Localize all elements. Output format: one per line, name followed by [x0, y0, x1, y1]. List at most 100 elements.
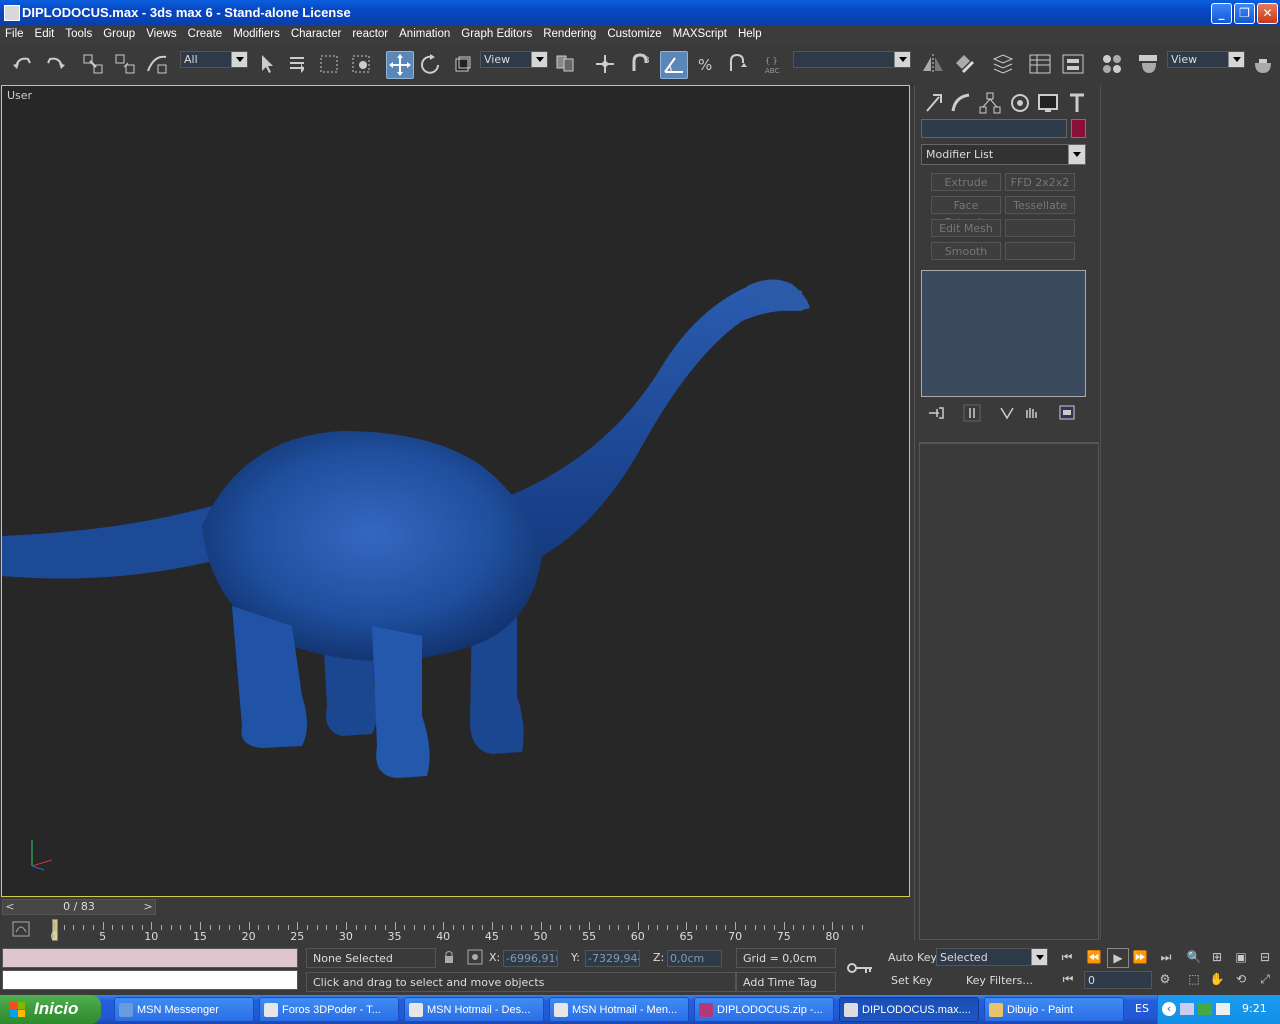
mini-curve-editor-icon[interactable] [12, 920, 30, 938]
undo-icon[interactable] [10, 51, 36, 77]
time-slider-track[interactable]: < 0 / 83 > [2, 899, 156, 915]
mirror-icon[interactable] [920, 51, 946, 77]
menu-rendering[interactable]: Rendering [538, 26, 602, 40]
current-frame-field[interactable]: 0 [1084, 971, 1152, 989]
previous-frame-icon[interactable]: ⏪ [1084, 948, 1104, 966]
time-configuration-icon[interactable]: ⚙ [1155, 970, 1175, 988]
zoom-extents-all-icon[interactable]: ⊟ [1255, 948, 1275, 966]
select-and-manipulate-icon[interactable] [592, 51, 618, 77]
menu-create[interactable]: Create [183, 26, 229, 40]
key-mode-toggle-icon[interactable]: ⏮ [1058, 970, 1078, 988]
menu-animation[interactable]: Animation [394, 26, 456, 40]
zoom-extents-icon[interactable]: ▣ [1231, 948, 1251, 966]
time-slider[interactable]: < 0 / 83 > [0, 898, 912, 915]
empty-modifier-button[interactable] [1005, 219, 1075, 237]
angle-snap-toggle-icon[interactable] [660, 51, 688, 79]
select-and-link-icon[interactable] [80, 51, 106, 77]
configure-modifier-sets-icon[interactable] [1058, 404, 1076, 422]
next-frame-icon[interactable]: ⏩ [1130, 948, 1150, 966]
make-unique-icon[interactable] [998, 404, 1016, 422]
diplodocus-model[interactable] [2, 86, 909, 896]
unlink-selection-icon[interactable] [112, 51, 138, 77]
z-field[interactable]: 0,0cm [667, 950, 722, 967]
task-diplodocus-max[interactable]: DIPLODOCUS.max.... [839, 997, 979, 1022]
zoom-icon[interactable]: 🔍 [1184, 948, 1204, 966]
set-key-button[interactable]: Set Key [891, 974, 933, 987]
remove-modifier-icon[interactable] [1022, 404, 1040, 422]
start-button[interactable]: Inicio [0, 995, 101, 1024]
minimize-button[interactable]: _ [1211, 3, 1232, 24]
menu-group[interactable]: Group [98, 26, 141, 40]
play-icon[interactable]: ▶ [1107, 948, 1129, 968]
named-selection-dropdown[interactable] [793, 51, 911, 68]
select-by-name-icon[interactable] [285, 51, 311, 77]
menu-views[interactable]: Views [141, 26, 182, 40]
auto-key-button[interactable]: Auto Key [888, 951, 937, 964]
menu-customize[interactable]: Customize [602, 26, 667, 40]
extrude-button[interactable]: Extrude [931, 173, 1001, 191]
language-indicator[interactable]: ES [1135, 1002, 1149, 1015]
show-hidden-icons-icon[interactable]: ‹ [1162, 1002, 1176, 1016]
material-editor-icon[interactable] [1099, 51, 1125, 77]
security-icon[interactable] [1198, 1003, 1212, 1015]
menu-maxscript[interactable]: MAXScript [668, 26, 733, 40]
face-extrude-button[interactable]: Face Extrude [931, 196, 1001, 229]
hierarchy-tab-icon[interactable] [978, 91, 1002, 115]
clock[interactable]: 9:21 [1242, 1002, 1267, 1015]
curve-editor-icon[interactable] [1027, 51, 1053, 77]
arc-rotate-icon[interactable]: ⟲ [1231, 970, 1251, 988]
reference-coordinate-dropdown[interactable]: View [480, 51, 548, 68]
task-msn-hotmail-men[interactable]: MSN Hotmail - Men... [549, 997, 689, 1022]
maximize-viewport-icon[interactable]: ⤢ [1255, 970, 1275, 988]
select-and-move-icon[interactable] [386, 51, 414, 79]
render-type-dropdown[interactable]: View [1167, 51, 1245, 68]
region-zoom-icon[interactable]: ⬚ [1184, 970, 1204, 988]
layer-manager-icon[interactable] [990, 51, 1016, 77]
smooth-button[interactable]: Smooth [931, 242, 1001, 260]
schematic-view-icon[interactable] [1060, 51, 1086, 77]
modifier-stack[interactable] [921, 270, 1086, 397]
modify-tab-icon[interactable] [949, 91, 973, 115]
object-name-field[interactable] [921, 119, 1067, 138]
edit-mesh-button[interactable]: Edit Mesh [931, 219, 1001, 237]
create-tab-icon[interactable] [921, 91, 945, 115]
menu-edit[interactable]: Edit [30, 26, 61, 40]
volume-icon[interactable] [1216, 1003, 1230, 1015]
menu-modifiers[interactable]: Modifiers [228, 26, 286, 40]
select-and-rotate-icon[interactable] [418, 51, 444, 77]
maxscript-listener-output[interactable] [2, 948, 298, 968]
select-object-icon[interactable] [254, 51, 280, 77]
menu-file[interactable]: File [0, 26, 30, 40]
task-foros-3dpoder[interactable]: Foros 3DPoder - T... [259, 997, 399, 1022]
redo-icon[interactable] [42, 51, 68, 77]
utilities-tab-icon[interactable] [1065, 91, 1089, 115]
y-field[interactable]: -7329,944c [585, 950, 640, 967]
key-mode-dropdown[interactable]: Selected [936, 948, 1048, 966]
viewport-user[interactable]: User [1, 85, 910, 897]
key-filters-button[interactable]: Key Filters... [966, 974, 1033, 987]
pivot-center-icon[interactable] [552, 51, 578, 77]
quick-render-icon[interactable] [1250, 51, 1276, 77]
percent-snap-icon[interactable]: % [693, 51, 719, 77]
display-tab-icon[interactable] [1036, 91, 1060, 115]
menu-tools[interactable]: Tools [60, 26, 98, 40]
restore-button[interactable]: ❐ [1234, 3, 1255, 24]
empty-modifier-button[interactable] [1005, 242, 1075, 260]
close-button[interactable]: ✕ [1257, 3, 1278, 24]
window-crossing-icon[interactable] [349, 51, 375, 77]
rectangular-selection-icon[interactable] [317, 51, 343, 77]
show-end-result-icon[interactable] [963, 404, 981, 422]
add-time-tag-button[interactable]: Add Time Tag [736, 972, 836, 992]
maxscript-listener-input[interactable] [2, 970, 298, 990]
task-msn-messenger[interactable]: MSN Messenger [114, 997, 254, 1022]
render-scene-icon[interactable] [1136, 51, 1162, 77]
selection-filter-dropdown[interactable]: All [180, 51, 248, 68]
track-bar[interactable]: 0 5 10 15 20 25 30 35 40 45 50 55 60 65 70 75 80 [0, 915, 912, 945]
edit-named-selection-icon[interactable]: { } ABC [762, 51, 788, 77]
absolute-relative-icon[interactable] [467, 949, 483, 965]
select-and-scale-icon[interactable] [450, 51, 476, 77]
bind-space-warp-icon[interactable] [144, 51, 170, 77]
app-icon[interactable] [4, 5, 20, 21]
previous-frame-button[interactable]: < [3, 900, 17, 914]
motion-tab-icon[interactable] [1008, 91, 1032, 115]
